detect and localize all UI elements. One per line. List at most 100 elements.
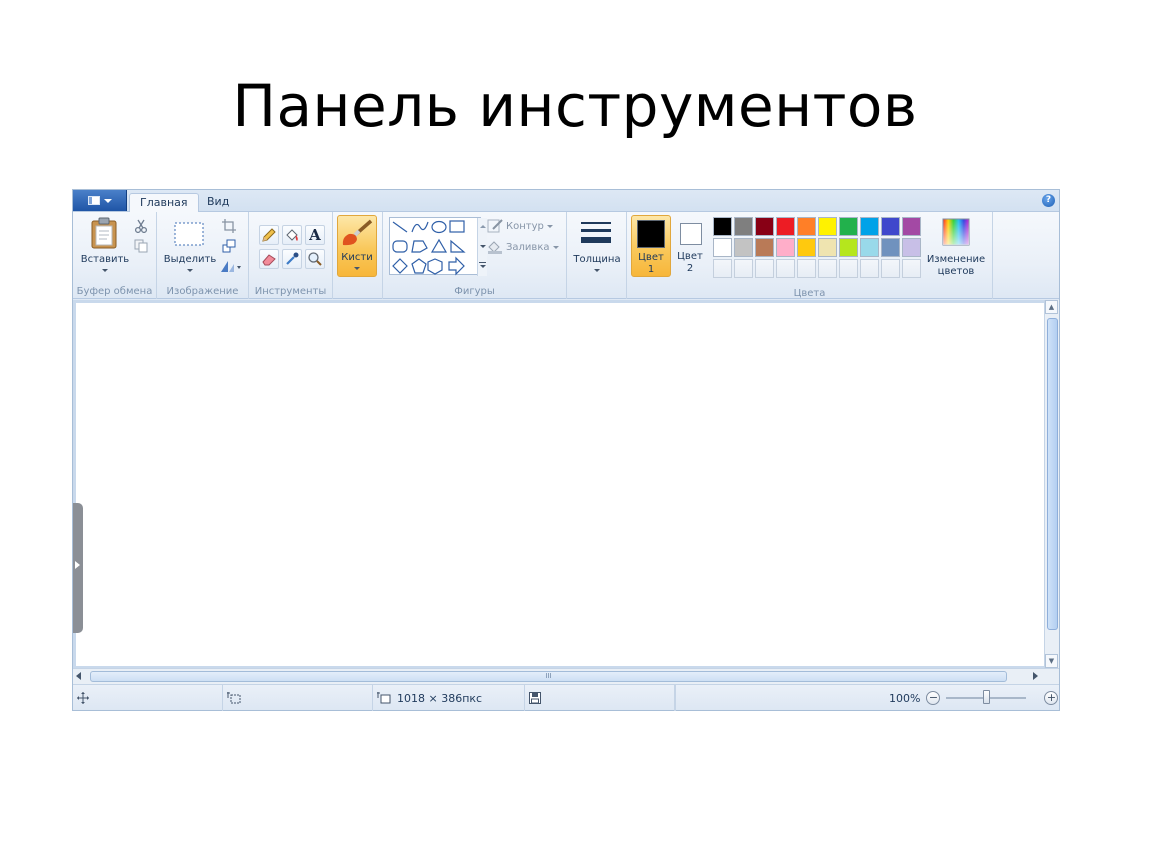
color-swatch[interactable] <box>755 217 774 236</box>
custom-color-slot[interactable] <box>860 259 879 278</box>
clipboard-icon <box>91 217 117 249</box>
color-swatch[interactable] <box>713 238 732 257</box>
gallery-expand-line <box>479 262 486 263</box>
custom-color-slot[interactable] <box>755 259 774 278</box>
color-swatch[interactable] <box>797 238 816 257</box>
chevron-down-icon[interactable] <box>480 245 486 248</box>
color-swatch[interactable] <box>818 238 837 257</box>
copy-button[interactable] <box>133 238 149 254</box>
select-dropdown-icon[interactable] <box>187 269 193 272</box>
fill-bucket-icon <box>488 241 502 254</box>
color-swatch[interactable] <box>797 217 816 236</box>
crop-button[interactable] <box>221 218 237 234</box>
shapes-gallery[interactable] <box>389 217 487 276</box>
horizontal-scroll-thumb[interactable]: III <box>90 671 1007 682</box>
color-picker-button[interactable] <box>282 249 302 269</box>
color-swatch[interactable] <box>818 217 837 236</box>
edit-colors-label-line1: Изменение <box>926 254 986 265</box>
status-divider <box>675 685 676 711</box>
color-swatch[interactable] <box>713 217 732 236</box>
oval-shape-icon <box>431 220 447 234</box>
color-swatch[interactable] <box>734 217 753 236</box>
color-swatch[interactable] <box>776 238 795 257</box>
chevron-up-icon[interactable] <box>480 225 486 228</box>
color-swatch[interactable] <box>860 238 879 257</box>
paint-bucket-icon <box>286 229 298 241</box>
color-swatch[interactable] <box>881 217 900 236</box>
help-icon[interactable]: ? <box>1042 194 1055 207</box>
copy-icon <box>134 239 148 253</box>
fill-style-button[interactable]: Заливка <box>487 239 559 255</box>
horizontal-scrollbar[interactable]: III <box>73 668 1059 684</box>
custom-color-slot[interactable] <box>902 259 921 278</box>
outline-button[interactable]: Контур <box>487 218 553 234</box>
size-button[interactable] <box>579 218 613 248</box>
colors-group-label: Цвета <box>793 288 826 299</box>
select-button[interactable] <box>173 220 205 248</box>
pentagon-shape-icon <box>411 258 427 274</box>
pencil-button[interactable] <box>259 225 279 245</box>
color-swatch[interactable] <box>860 217 879 236</box>
zoom-out-button[interactable]: − <box>926 691 941 705</box>
image-group: Выделить Изображение <box>157 212 249 299</box>
custom-color-slot[interactable] <box>797 259 816 278</box>
text-button[interactable]: A <box>305 225 325 245</box>
panel-toggle-handle[interactable] <box>73 503 83 633</box>
custom-color-slot[interactable] <box>776 259 795 278</box>
zoom-slider[interactable] <box>946 690 1027 704</box>
brushes-group: Кисти <box>333 212 383 299</box>
color-swatch[interactable] <box>881 238 900 257</box>
brushes-button[interactable]: Кисти <box>337 215 377 277</box>
text-icon: A <box>309 226 321 244</box>
color-swatch[interactable] <box>734 238 753 257</box>
save-disk-icon <box>529 692 541 704</box>
chevron-right-icon <box>75 561 80 569</box>
cut-button[interactable] <box>133 218 149 234</box>
edit-colors-button[interactable] <box>939 217 973 247</box>
custom-color-slot[interactable] <box>818 259 837 278</box>
custom-color-slot[interactable] <box>713 259 732 278</box>
color-swatch[interactable] <box>902 238 921 257</box>
color-swatch[interactable] <box>839 217 858 236</box>
resize-button[interactable] <box>221 238 237 254</box>
scroll-down-button[interactable]: ▼ <box>1045 654 1058 668</box>
zoom-in-button[interactable]: + <box>1044 691 1059 705</box>
paint-window: Главная Вид ? Вставить Буфер обмена Выде… <box>72 189 1060 711</box>
status-bar: 1018 × 386пкс 100% − + <box>73 684 1059 711</box>
zoom-level: 100% <box>889 691 921 705</box>
size-group: Толщина <box>567 212 627 299</box>
scroll-left-icon[interactable] <box>76 672 81 680</box>
tab-home[interactable]: Главная <box>129 193 199 213</box>
paint-menu-button[interactable] <box>73 190 127 211</box>
rotate-button[interactable] <box>219 258 243 274</box>
paste-dropdown-icon[interactable] <box>102 269 108 272</box>
magnifier-button[interactable] <box>305 249 325 269</box>
zoom-slider-thumb[interactable] <box>983 690 991 704</box>
custom-color-slot[interactable] <box>734 259 753 278</box>
custom-color-slot[interactable] <box>839 259 858 278</box>
scroll-up-button[interactable]: ▲ <box>1045 300 1058 314</box>
paste-button[interactable] <box>87 216 121 250</box>
custom-color-slot[interactable] <box>881 259 900 278</box>
vertical-scrollbar[interactable]: ▲ ▼ <box>1044 300 1059 668</box>
color-swatch[interactable] <box>776 217 795 236</box>
size-dropdown-icon[interactable] <box>594 269 600 272</box>
color-swatch[interactable] <box>902 217 921 236</box>
triangle-shape-icon <box>430 238 448 253</box>
color-swatch[interactable] <box>839 238 858 257</box>
zoom-controls: 100% − + <box>889 685 1059 711</box>
gallery-expand-icon[interactable] <box>480 265 486 268</box>
drawing-canvas[interactable] <box>76 303 1045 666</box>
color-swatch[interactable] <box>755 238 774 257</box>
scroll-right-icon[interactable] <box>1033 672 1038 680</box>
tab-view[interactable]: Вид <box>197 193 239 212</box>
curve-shape-icon <box>411 221 429 233</box>
color2-label: Цвет <box>677 251 703 262</box>
vertical-scroll-thumb[interactable] <box>1047 318 1058 630</box>
image-group-label: Изображение <box>166 286 239 297</box>
color1-button[interactable]: Цвет 1 <box>631 215 671 277</box>
shapes-gallery-scrollbar[interactable] <box>477 218 487 276</box>
color2-button[interactable]: Цвет 2 <box>673 215 707 277</box>
eraser-button[interactable] <box>259 249 279 269</box>
fill-button[interactable] <box>282 225 302 245</box>
